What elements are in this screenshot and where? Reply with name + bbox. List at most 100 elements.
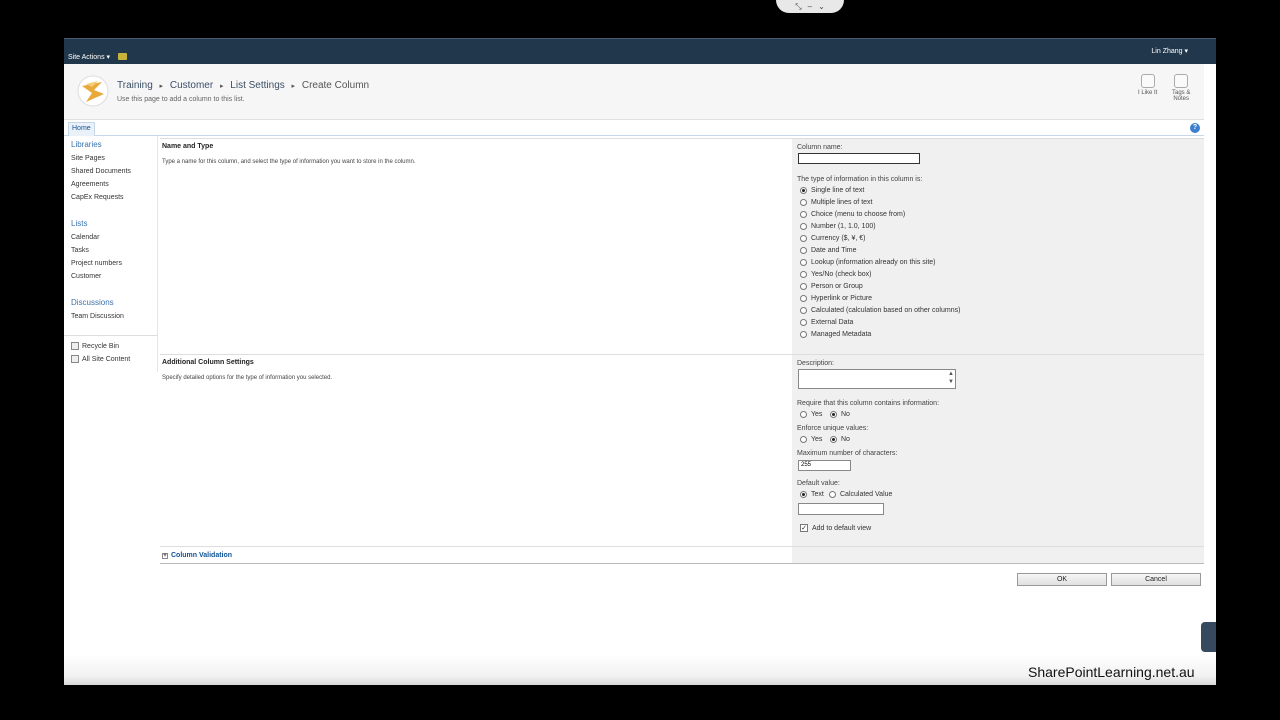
radio-icon[interactable] xyxy=(800,491,807,498)
checkbox-checked-icon[interactable]: ✓ xyxy=(800,524,808,532)
radio-icon[interactable] xyxy=(800,319,807,326)
window-controls-notch[interactable]: ⤡ – ⌄ xyxy=(776,0,844,13)
require-no[interactable]: No xyxy=(830,411,850,418)
radio-icon[interactable] xyxy=(830,436,837,443)
ql-item-site-pages[interactable]: Site Pages xyxy=(71,155,105,162)
type-option-lookup[interactable]: Lookup (information already on this site… xyxy=(800,259,936,266)
tags-notes-button[interactable]: Tags & Notes xyxy=(1172,74,1190,102)
additional-settings-fields: Description: ▲ ▼ Require that this column… xyxy=(792,354,1204,564)
description-textarea[interactable]: ▲ ▼ xyxy=(798,369,956,389)
radio-icon[interactable] xyxy=(800,235,807,242)
radio-icon[interactable] xyxy=(800,307,807,314)
type-option-external-data[interactable]: External Data xyxy=(800,319,853,326)
type-option-yes-no[interactable]: Yes/No (check box) xyxy=(800,271,871,278)
ql-item-shared-documents[interactable]: Shared Documents xyxy=(71,168,131,175)
max-chars-label: Maximum number of characters: xyxy=(797,450,898,457)
breadcrumb-training[interactable]: Training xyxy=(117,80,153,91)
default-value-label: Default value: xyxy=(797,480,840,487)
ql-discussions-heading[interactable]: Discussions xyxy=(71,298,114,307)
radio-icon[interactable] xyxy=(800,199,807,206)
type-option-choice[interactable]: Choice (menu to choose from) xyxy=(800,211,905,218)
radio-icon[interactable] xyxy=(800,331,807,338)
ql-item-capex-requests[interactable]: CapEx Requests xyxy=(71,194,124,201)
ql-lists-heading[interactable]: Lists xyxy=(71,219,87,228)
type-option-label: Currency ($, ¥, €) xyxy=(811,235,866,242)
radio-icon[interactable] xyxy=(800,295,807,302)
type-option-label: External Data xyxy=(811,319,854,326)
feedback-side-tab-icon[interactable] xyxy=(1201,622,1216,652)
page-description: Use this page to add a column to this li… xyxy=(117,96,245,103)
ql-item-project-numbers[interactable]: Project numbers xyxy=(71,260,122,267)
watermark: SharePointLearning.net.au xyxy=(1028,664,1195,680)
type-option-currency[interactable]: Currency ($, ¥, €) xyxy=(800,235,865,242)
cancel-button[interactable]: Cancel xyxy=(1111,573,1201,586)
radio-icon[interactable] xyxy=(829,491,836,498)
type-option-number[interactable]: Number (1, 1.0, 100) xyxy=(800,223,876,230)
ql-all-site-content[interactable]: All Site Content xyxy=(71,355,130,363)
add-to-default-view[interactable]: ✓ Add to default view xyxy=(800,524,871,532)
top-navigation: Home ? xyxy=(64,120,1204,136)
breadcrumb-customer[interactable]: Customer xyxy=(170,80,213,91)
thumbs-up-tag-icon xyxy=(1140,74,1155,88)
type-option-label: Calculated (calculation based on other c… xyxy=(811,307,961,314)
radio-icon[interactable] xyxy=(800,436,807,443)
type-option-label: Number (1, 1.0, 100) xyxy=(811,223,876,230)
chevron-down-icon[interactable]: ⌄ xyxy=(818,2,825,11)
additional-settings-section-header: Additional Column Settings Specify detai… xyxy=(160,354,792,546)
ql-libraries-heading[interactable]: Libraries xyxy=(71,140,102,149)
default-value-input[interactable] xyxy=(798,503,884,515)
ok-button[interactable]: OK xyxy=(1017,573,1107,586)
max-chars-input[interactable]: 255 xyxy=(798,460,851,471)
restore-icon[interactable]: ⤡ xyxy=(795,2,801,12)
require-label: Require that this column contains inform… xyxy=(797,400,940,407)
type-option-managed-metadata[interactable]: Managed Metadata xyxy=(800,331,871,338)
ql-recycle-bin[interactable]: Recycle Bin xyxy=(71,342,119,350)
require-yes[interactable]: Yes xyxy=(800,411,822,418)
type-option-person-group[interactable]: Person or Group xyxy=(800,283,863,290)
tab-home[interactable]: Home xyxy=(68,122,95,136)
type-option-multiple-lines[interactable]: Multiple lines of text xyxy=(800,199,872,206)
default-calculated-option[interactable]: Calculated Value xyxy=(829,491,892,498)
breadcrumb-separator-icon: ▸ xyxy=(219,83,224,90)
radio-icon[interactable] xyxy=(800,259,807,266)
column-name-input[interactable] xyxy=(798,153,920,164)
no-label: No xyxy=(841,411,850,418)
radio-icon[interactable] xyxy=(830,411,837,418)
type-option-date-time[interactable]: Date and Time xyxy=(800,247,857,254)
ql-item-agreements[interactable]: Agreements xyxy=(71,181,109,188)
section-desc-additional: Specify detailed options for the type of… xyxy=(162,375,333,381)
ql-item-calendar[interactable]: Calendar xyxy=(71,234,99,241)
ribbon-bar: Site Actions ▾ Lin Zhang ▾ xyxy=(64,38,1216,64)
type-option-calculated[interactable]: Calculated (calculation based on other c… xyxy=(800,307,960,314)
no-label: No xyxy=(841,436,850,443)
ql-item-tasks[interactable]: Tasks xyxy=(71,247,89,254)
help-icon[interactable]: ? xyxy=(1190,123,1200,133)
type-option-hyperlink[interactable]: Hyperlink or Picture xyxy=(800,295,872,302)
ql-item-team-discussion[interactable]: Team Discussion xyxy=(71,313,124,320)
radio-icon[interactable] xyxy=(800,411,807,418)
radio-icon[interactable] xyxy=(800,283,807,290)
minimize-icon[interactable]: – xyxy=(808,2,812,11)
radio-icon[interactable] xyxy=(800,187,807,194)
enforce-unique-label: Enforce unique values: xyxy=(797,425,869,432)
radio-icon[interactable] xyxy=(800,223,807,230)
navigate-up-folder-icon[interactable] xyxy=(118,53,127,60)
ql-item-customer[interactable]: Customer xyxy=(71,273,101,280)
radio-icon[interactable] xyxy=(800,271,807,278)
type-option-single-line[interactable]: Single line of text xyxy=(800,187,864,194)
enforce-yes[interactable]: Yes xyxy=(800,436,822,443)
user-menu[interactable]: Lin Zhang ▾ xyxy=(1151,47,1188,55)
i-like-it-button[interactable]: I Like It xyxy=(1138,74,1157,96)
enforce-no[interactable]: No xyxy=(830,436,850,443)
name-type-section-header: Name and Type Type a name for this colum… xyxy=(160,138,792,354)
column-validation-toggle[interactable]: + Column Validation xyxy=(162,552,232,559)
default-calc-label: Calculated Value xyxy=(840,491,893,498)
default-text-option[interactable]: Text xyxy=(800,491,824,498)
radio-icon[interactable] xyxy=(800,211,807,218)
breadcrumb-list-settings[interactable]: List Settings xyxy=(230,80,284,91)
scroll-arrows-icon[interactable]: ▲ ▼ xyxy=(948,370,954,386)
site-actions-menu[interactable]: Site Actions ▾ xyxy=(68,53,110,61)
all-site-content-label: All Site Content xyxy=(82,355,131,363)
radio-icon[interactable] xyxy=(800,247,807,254)
section-title-name-type: Name and Type xyxy=(162,143,214,150)
